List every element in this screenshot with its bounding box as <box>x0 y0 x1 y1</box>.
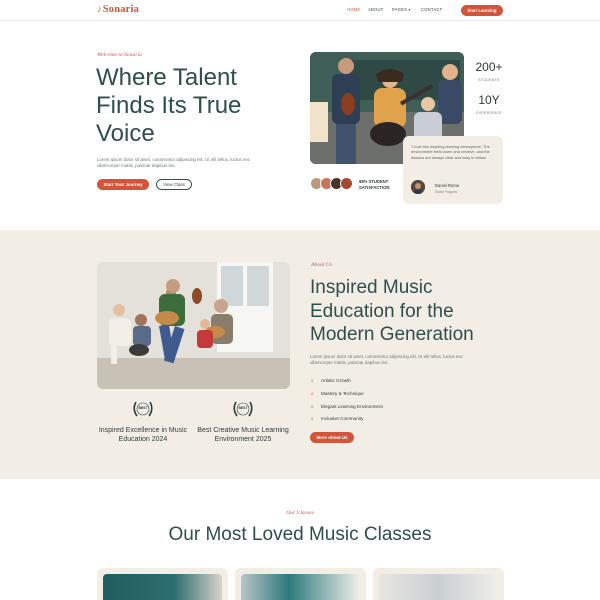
award-badge-1: BEST <box>138 406 148 410</box>
stat-students-label: STUDENTS <box>478 78 500 82</box>
class-card[interactable] <box>373 568 504 600</box>
more-about-button[interactable]: More About Us <box>310 432 354 443</box>
student-avatars <box>310 177 356 191</box>
feature-label: Artistic Growth <box>321 378 351 383</box>
feature-item: ♫ Mastery & Technique <box>310 391 364 397</box>
band-illustration <box>97 262 290 389</box>
nav-item-pages-label: PAGES <box>392 7 408 12</box>
hero-title: Where Talent Finds Its True Voice <box>96 64 242 147</box>
class-image <box>103 574 222 600</box>
music-note-icon: ♫ <box>310 391 314 397</box>
award-text-1: Inspired Excellence in Music Education 2… <box>98 427 188 443</box>
classes-title: Our Most Loved Music Classes <box>168 524 432 545</box>
award-text-2: Best Creative Music Learning Environment… <box>197 427 289 443</box>
feature-item: ♫ Inclusive Community <box>310 416 363 422</box>
feature-label: Elegant Learning Environment <box>321 404 383 409</box>
logo[interactable]: ♪Sonaria <box>97 4 139 15</box>
view-class-button[interactable]: View Class <box>156 179 192 190</box>
about-band-photo <box>97 262 290 389</box>
logo-text: Sonaria <box>102 4 140 15</box>
testimonial-avatar <box>411 180 425 194</box>
music-note-icon: ♫ <box>310 378 314 384</box>
chevron-down-icon: ▾ <box>408 8 411 12</box>
about-subtitle: Lorem ipsum dolor sit amet, consectetur … <box>310 354 464 366</box>
feature-item: ♫ Artistic Growth <box>310 378 351 384</box>
nav-item-pages[interactable]: PAGES ▾ <box>392 7 411 12</box>
satisfaction-text: 98% STUDENT SATISFACTION <box>359 179 390 190</box>
feature-label: Inclusive Community <box>321 416 364 421</box>
about-title: Inspired Music Education for the Modern … <box>310 277 474 345</box>
top-navbar: ♪Sonaria HOME ABOUT PAGES ▾ CONTACT Star… <box>0 0 600 21</box>
feature-label: Mastery & Technique <box>321 391 364 396</box>
feature-item: ♫ Elegant Learning Environment <box>310 404 383 410</box>
testimonial-name: Daniel Rome <box>435 183 460 188</box>
about-eyebrow: About Us <box>311 262 332 268</box>
testimonial-card: "I love this inspiring learning atmosphe… <box>403 136 503 204</box>
start-learning-button[interactable]: Start Learning <box>461 5 503 16</box>
music-note-icon: ♪ <box>97 4 102 14</box>
hero-subtitle: Lorem ipsum dolor sit amet, consectetur … <box>97 157 251 169</box>
nav-item-home[interactable]: HOME <box>347 7 360 12</box>
avatar <box>340 177 353 190</box>
class-card[interactable] <box>235 568 366 600</box>
testimonial-role: Guitar Program <box>435 190 457 194</box>
award-badge-2: BEST <box>238 406 248 410</box>
testimonial-quote: "I love this inspiring learning atmosphe… <box>411 144 490 160</box>
start-journey-button[interactable]: Start Your Journey <box>97 179 149 190</box>
stat-experience-label: EXPERIENCE <box>476 111 502 115</box>
nav-item-contact[interactable]: CONTACT <box>421 7 442 12</box>
music-note-icon: ♫ <box>310 404 314 410</box>
class-image <box>379 574 498 600</box>
stat-students-value: 200+ <box>475 60 503 74</box>
class-image <box>241 574 360 600</box>
stat-experience-value: 10Y <box>478 93 500 107</box>
about-section <box>0 230 600 479</box>
nav-item-about[interactable]: ABOUT <box>368 7 383 12</box>
music-note-icon: ♫ <box>310 416 314 422</box>
hero-eyebrow: Welcome to Sonaria <box>97 52 142 58</box>
classes-eyebrow: Our Classes <box>286 510 314 516</box>
person-icon <box>411 180 425 194</box>
class-card[interactable] <box>97 568 228 600</box>
